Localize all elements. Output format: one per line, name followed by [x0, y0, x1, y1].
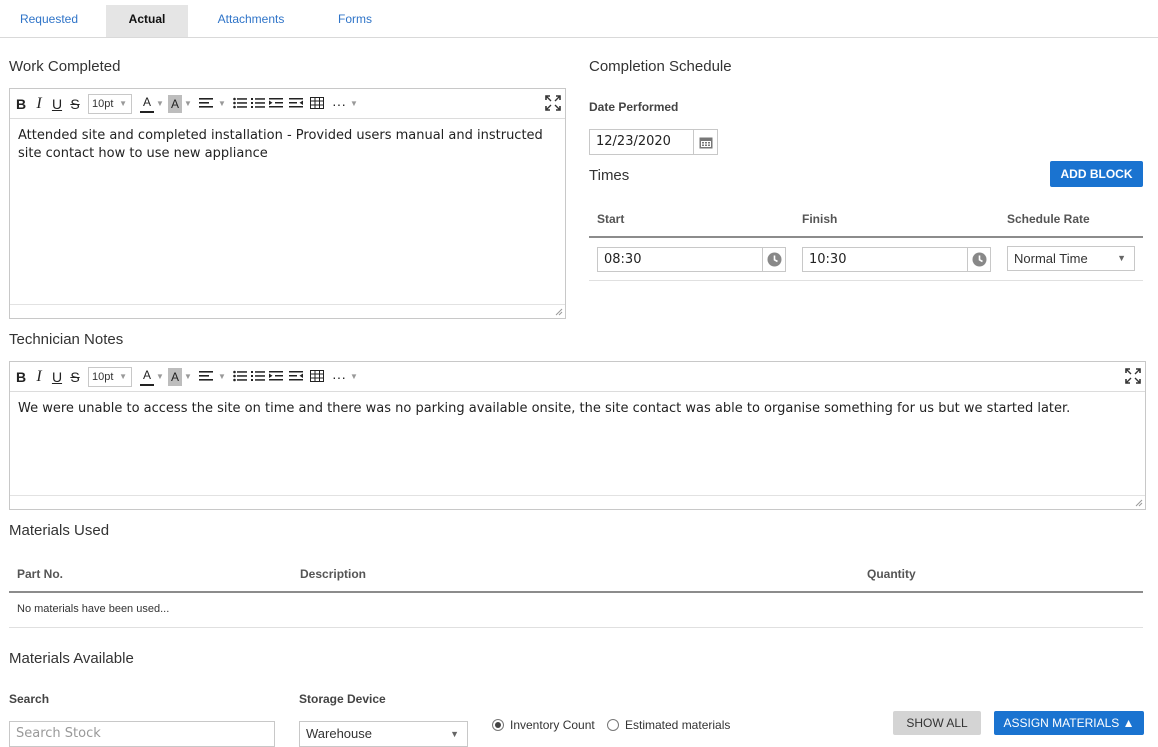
chevron-down-icon[interactable]: ▼ [156, 95, 164, 113]
estimated-materials-radio[interactable] [607, 719, 619, 731]
resize-handle-icon[interactable] [553, 306, 563, 316]
tab-requested[interactable]: Requested [8, 5, 90, 37]
calendar-icon [699, 137, 713, 149]
row-divider [589, 280, 1143, 281]
inventory-count-label: Inventory Count [510, 718, 595, 732]
fullscreen-icon[interactable] [544, 95, 562, 113]
empty-materials-message: No materials have been used... [17, 603, 170, 615]
start-time-input[interactable]: 08:30 [597, 247, 763, 272]
inventory-count-radio[interactable] [492, 719, 504, 731]
technician-notes-editor[interactable]: B I U S 10pt ▼ A ▼ A ▼ ▼ ··· ▼ We were u… [9, 361, 1146, 510]
outdent-icon[interactable] [288, 368, 304, 386]
times-heading: Times [589, 167, 630, 184]
strikethrough-icon[interactable]: S [68, 95, 82, 113]
search-stock-input[interactable]: Search Stock [9, 721, 275, 747]
show-all-button[interactable]: SHOW ALL [893, 711, 981, 735]
numbered-list-icon[interactable] [250, 368, 266, 386]
schedule-rate-column-header: Schedule Rate [1007, 212, 1090, 226]
font-size-select[interactable]: 10pt ▼ [88, 94, 132, 114]
editor-statusbar [10, 304, 565, 318]
finish-time-input[interactable]: 10:30 [802, 247, 968, 272]
schedule-rate-select[interactable]: Normal Time ▼ [1007, 246, 1135, 271]
chevron-down-icon[interactable]: ▼ [218, 95, 226, 113]
tab-actual[interactable]: Actual [106, 5, 188, 37]
technician-notes-text[interactable]: We were unable to access the site on tim… [18, 400, 1133, 418]
tab-forms[interactable]: Forms [320, 5, 390, 37]
technician-notes-heading: Technician Notes [9, 331, 124, 348]
chevron-down-icon: ▼ [1117, 253, 1126, 263]
assign-materials-button[interactable]: ASSIGN MATERIALS ▲ [994, 711, 1144, 735]
work-completed-text[interactable]: Attended site and completed installation… [18, 127, 553, 163]
chevron-down-icon[interactable]: ▼ [350, 95, 358, 113]
more-icon[interactable]: ··· [332, 95, 346, 113]
tab-bar: Requested Actual Attachments Forms [0, 0, 1158, 38]
chevron-down-icon: ▼ [450, 729, 459, 739]
chevron-down-icon[interactable]: ▼ [184, 368, 192, 386]
editor-statusbar [10, 495, 1145, 509]
resize-handle-icon[interactable] [1133, 497, 1143, 507]
chevron-down-icon[interactable]: ▼ [184, 95, 192, 113]
editor-toolbar: B I U S 10pt ▼ A ▼ A ▼ ▼ ··· ▼ [10, 89, 565, 119]
clock-icon [972, 252, 987, 267]
materials-available-heading: Materials Available [9, 650, 134, 667]
strikethrough-icon[interactable]: S [68, 368, 82, 386]
highlight-icon[interactable]: A [168, 95, 182, 113]
storage-device-label: Storage Device [299, 692, 386, 706]
finish-column-header: Finish [802, 212, 838, 226]
quantity-column-header: Quantity [867, 567, 916, 581]
add-block-button[interactable]: ADD BLOCK [1050, 161, 1143, 187]
underline-icon[interactable]: U [50, 368, 64, 386]
chevron-down-icon[interactable]: ▼ [156, 368, 164, 386]
underline-icon[interactable]: U [50, 95, 64, 113]
search-label: Search [9, 692, 50, 706]
finish-time-picker[interactable] [967, 247, 991, 272]
outdent-icon[interactable] [288, 95, 304, 113]
bullet-list-icon[interactable] [232, 95, 248, 113]
estimated-materials-label: Estimated materials [625, 718, 731, 732]
more-icon[interactable]: ··· [332, 368, 346, 386]
numbered-list-icon[interactable] [250, 95, 266, 113]
italic-icon[interactable]: I [32, 95, 46, 113]
align-icon[interactable] [198, 95, 214, 113]
start-time-picker[interactable] [762, 247, 786, 272]
part-no-column-header: Part No. [17, 567, 64, 581]
italic-icon[interactable]: I [32, 368, 46, 386]
table-header-rule [9, 591, 1143, 593]
description-column-header: Description [300, 567, 367, 581]
storage-device-select[interactable]: Warehouse ▼ [299, 721, 468, 747]
date-performed-label: Date Performed [589, 100, 679, 114]
table-header-rule [589, 236, 1143, 238]
date-performed-input[interactable]: 12/23/2020 [589, 129, 694, 155]
clock-icon [767, 252, 782, 267]
align-icon[interactable] [198, 368, 214, 386]
indent-icon[interactable] [268, 95, 284, 113]
chevron-down-icon[interactable]: ▼ [350, 368, 358, 386]
chevron-down-icon[interactable]: ▼ [218, 368, 226, 386]
bold-icon[interactable]: B [14, 95, 28, 113]
fullscreen-icon[interactable] [1124, 368, 1142, 386]
table-icon[interactable] [309, 368, 325, 386]
work-completed-editor[interactable]: B I U S 10pt ▼ A ▼ A ▼ ▼ ··· ▼ Attended … [9, 88, 566, 319]
work-completed-heading: Work Completed [9, 58, 121, 75]
tab-attachments[interactable]: Attachments [206, 5, 296, 37]
font-size-select[interactable]: 10pt ▼ [88, 367, 132, 387]
row-divider [9, 627, 1143, 628]
bullet-list-icon[interactable] [232, 368, 248, 386]
completion-schedule-heading: Completion Schedule [589, 58, 732, 75]
start-column-header: Start [597, 212, 625, 226]
table-icon[interactable] [309, 95, 325, 113]
bold-icon[interactable]: B [14, 368, 28, 386]
font-color-icon[interactable]: A [140, 368, 154, 386]
materials-used-heading: Materials Used [9, 522, 110, 539]
highlight-icon[interactable]: A [168, 368, 182, 386]
calendar-button[interactable] [693, 129, 718, 155]
font-color-icon[interactable]: A [140, 95, 154, 113]
editor-toolbar: B I U S 10pt ▼ A ▼ A ▼ ▼ ··· ▼ [10, 362, 1145, 392]
indent-icon[interactable] [268, 368, 284, 386]
